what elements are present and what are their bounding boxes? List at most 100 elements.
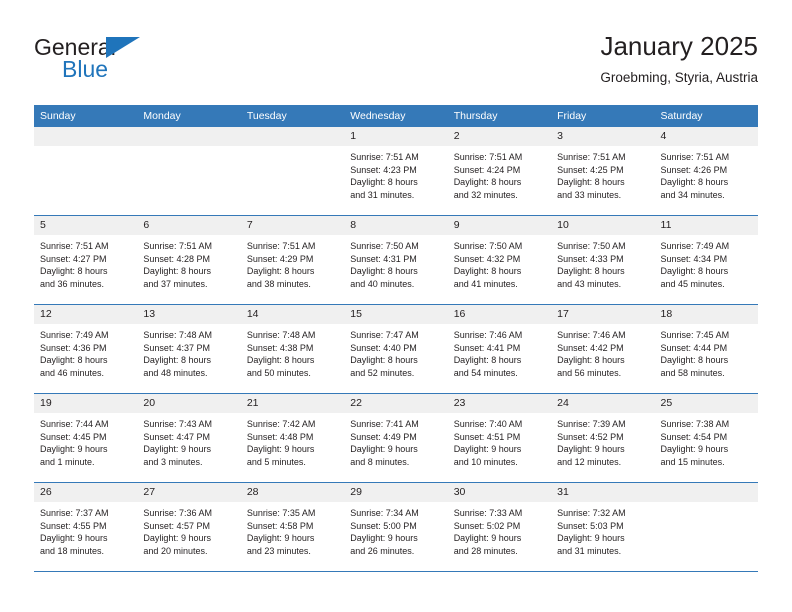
day-details: Sunrise: 7:50 AM Sunset: 4:32 PM Daylight:… (448, 235, 551, 290)
sunrise-text: Sunrise: 7:51 AM (143, 241, 212, 251)
day-details: Sunrise: 7:48 AM Sunset: 4:37 PM Daylight:… (137, 324, 240, 379)
daylight-text-line2: and 50 minutes. (246, 367, 311, 378)
sunset-text: Sunset: 4:27 PM (40, 253, 107, 264)
calendar-day-cell[interactable]: 8 Sunrise: 7:50 AM Sunset: 4:31 PM Daylight… (344, 215, 448, 305)
calendar-day-cell[interactable]: 5 Sunrise: 7:51 AM Sunset: 4:27 PM Daylight… (34, 215, 138, 305)
calendar-day-cell[interactable]: 2 Sunrise: 7:51 AM Sunset: 4:24 PM Daylight… (447, 127, 552, 216)
daylight-text-line2: and 41 minutes. (453, 278, 518, 289)
daylight-text-line1: Daylight: 9 hours (246, 444, 315, 455)
daylight-text-line2: and 45 minutes. (660, 278, 725, 289)
day-number: 13 (137, 305, 241, 324)
sunrise-text: Sunrise: 7:50 AM (453, 241, 523, 251)
daylight-text-line2: and 26 minutes. (350, 545, 415, 556)
day-details: Sunrise: 7:35 AM Sunset: 4:58 PM Daylight:… (241, 502, 344, 557)
sunset-text: Sunset: 5:00 PM (350, 520, 417, 531)
sunrise-text: Sunrise: 7:41 AM (350, 419, 419, 429)
calendar-day-cell[interactable]: 26 Sunrise: 7:37 AM Sunset: 4:55 PM Dayligh… (34, 482, 138, 572)
calendar-day-cell[interactable]: 7 Sunrise: 7:51 AM Sunset: 4:29 PM Daylight… (240, 215, 345, 305)
day-number: 31 (551, 483, 655, 502)
calendar-day-cell[interactable]: 23 Sunrise: 7:40 AM Sunset: 4:51 PM Dayligh… (447, 393, 552, 483)
sunset-text: Sunset: 4:48 PM (246, 431, 314, 442)
daylight-text-line1: Daylight: 8 hours (246, 266, 315, 277)
calendar-day-cell[interactable]: 11 Sunrise: 7:49 AM Sunset: 4:34 PM Dayligh… (654, 215, 758, 305)
sunset-text: Sunset: 4:42 PM (557, 342, 624, 353)
sunset-text: Sunset: 4:26 PM (660, 164, 728, 175)
day-details: Sunrise: 7:51 AM Sunset: 4:27 PM Daylight:… (34, 235, 137, 290)
calendar-day-cell[interactable]: 16 Sunrise: 7:46 AM Sunset: 4:41 PM Dayligh… (447, 304, 552, 394)
calendar-day-cell[interactable]: 31 Sunrise: 7:32 AM Sunset: 5:03 PM Dayligh… (551, 482, 655, 572)
calendar-day-cell[interactable]: 25 Sunrise: 7:38 AM Sunset: 4:54 PM Dayligh… (654, 393, 758, 483)
daylight-text-line1: Daylight: 8 hours (453, 177, 522, 188)
weekday-header-wednesday: Wednesday (344, 105, 448, 127)
day-number: 24 (551, 394, 655, 413)
weekday-header-thursday: Thursday (447, 105, 552, 127)
page-subtitle: Groebming, Styria, Austria (600, 70, 758, 85)
day-details: Sunrise: 7:51 AM Sunset: 4:23 PM Daylight:… (344, 146, 447, 201)
calendar-day-cell[interactable]: 22 Sunrise: 7:41 AM Sunset: 4:49 PM Dayligh… (344, 393, 448, 483)
calendar-day-cell[interactable]: 9 Sunrise: 7:50 AM Sunset: 4:32 PM Daylight… (447, 215, 552, 305)
sunrise-text: Sunrise: 7:46 AM (453, 330, 523, 340)
day-details: Sunrise: 7:48 AM Sunset: 4:38 PM Daylight:… (241, 324, 344, 379)
sunrise-text: Sunrise: 7:49 AM (40, 330, 109, 340)
calendar-day-cell[interactable]: 10 Sunrise: 7:50 AM Sunset: 4:33 PM Dayligh… (551, 215, 655, 305)
day-details: Sunrise: 7:40 AM Sunset: 4:51 PM Daylight:… (448, 413, 551, 468)
daylight-text-line2: and 31 minutes. (557, 545, 622, 556)
sunrise-text: Sunrise: 7:48 AM (246, 330, 316, 340)
daylight-text-line2: and 34 minutes. (660, 189, 725, 200)
day-details: Sunrise: 7:41 AM Sunset: 4:49 PM Daylight:… (344, 413, 447, 468)
calendar-day-cell[interactable]: 21 Sunrise: 7:42 AM Sunset: 4:48 PM Dayligh… (240, 393, 345, 483)
calendar-day-cell[interactable]: 15 Sunrise: 7:47 AM Sunset: 4:40 PM Dayligh… (344, 304, 448, 394)
day-number: 11 (654, 216, 758, 235)
day-number (137, 127, 241, 146)
sunrise-text: Sunrise: 7:51 AM (660, 152, 730, 162)
calendar-day-cell[interactable]: 6 Sunrise: 7:51 AM Sunset: 4:28 PM Daylight… (137, 215, 241, 305)
calendar-day-cell[interactable]: 29 Sunrise: 7:34 AM Sunset: 5:00 PM Dayligh… (344, 482, 448, 572)
day-number: 6 (137, 216, 241, 235)
general-blue-logo[interactable]: General Blue (34, 35, 234, 91)
sunrise-text: Sunrise: 7:50 AM (350, 241, 419, 251)
weekday-header-tuesday: Tuesday (240, 105, 345, 127)
calendar-day-cell[interactable]: 3 Sunrise: 7:51 AM Sunset: 4:25 PM Daylight… (551, 127, 655, 216)
daylight-text-line1: Daylight: 8 hours (557, 266, 625, 277)
calendar-day-cell[interactable]: 20 Sunrise: 7:43 AM Sunset: 4:47 PM Dayligh… (137, 393, 241, 483)
day-number: 29 (344, 483, 448, 502)
calendar-day-cell[interactable]: 28 Sunrise: 7:35 AM Sunset: 4:58 PM Dayligh… (240, 482, 345, 572)
daylight-text-line2: and 31 minutes. (350, 189, 415, 200)
title-block: January 2025 Groebming, Styria, Austria (600, 30, 758, 88)
sunset-text: Sunset: 4:29 PM (246, 253, 314, 264)
sunset-text: Sunset: 4:36 PM (40, 342, 107, 353)
calendar-grid: Sunday Monday Tuesday Wednesday Thursday Frid… (34, 105, 758, 572)
sunrise-text: Sunrise: 7:46 AM (557, 330, 626, 340)
daylight-text-line1: Daylight: 9 hours (660, 444, 729, 455)
daylight-text-line2: and 54 minutes. (453, 367, 518, 378)
sunrise-text: Sunrise: 7:43 AM (143, 419, 212, 429)
calendar-day-cell[interactable]: 12 Sunrise: 7:49 AM Sunset: 4:36 PM Dayligh… (34, 304, 138, 394)
calendar-day-cell[interactable]: 4 Sunrise: 7:51 AM Sunset: 4:26 PM Daylight… (654, 127, 758, 216)
calendar-day-cell[interactable]: 30 Sunrise: 7:33 AM Sunset: 5:02 PM Dayligh… (447, 482, 552, 572)
day-details: Sunrise: 7:44 AM Sunset: 4:45 PM Daylight:… (34, 413, 137, 468)
calendar-week-row: 1 Sunrise: 7:51 AM Sunset: 4:23 PM Daylight… (34, 127, 758, 216)
day-details: Sunrise: 7:36 AM Sunset: 4:57 PM Daylight:… (137, 502, 240, 557)
sunrise-text: Sunrise: 7:48 AM (143, 330, 212, 340)
day-details: Sunrise: 7:51 AM Sunset: 4:26 PM Daylight:… (655, 146, 758, 201)
calendar-day-cell[interactable]: 1 Sunrise: 7:51 AM Sunset: 4:23 PM Daylight… (344, 127, 448, 216)
daylight-text-line2: and 10 minutes. (453, 456, 518, 467)
calendar-day-cell[interactable]: 27 Sunrise: 7:36 AM Sunset: 4:57 PM Dayligh… (137, 482, 241, 572)
sunrise-text: Sunrise: 7:34 AM (350, 508, 419, 518)
calendar-day-cell[interactable]: 19 Sunrise: 7:44 AM Sunset: 4:45 PM Dayligh… (34, 393, 138, 483)
page-header: General Blue January 2025 Groebming, Sty… (34, 30, 758, 98)
day-number: 10 (551, 216, 655, 235)
sunset-text: Sunset: 4:57 PM (143, 520, 210, 531)
weekday-header-monday: Monday (137, 105, 241, 127)
calendar-day-cell[interactable]: 24 Sunrise: 7:39 AM Sunset: 4:52 PM Dayligh… (551, 393, 655, 483)
calendar-day-cell[interactable]: 14 Sunrise: 7:48 AM Sunset: 4:38 PM Dayligh… (240, 304, 345, 394)
day-number: 16 (447, 305, 552, 324)
daylight-text-line2: and 32 minutes. (453, 189, 518, 200)
calendar-day-cell[interactable]: 18 Sunrise: 7:45 AM Sunset: 4:44 PM Dayligh… (654, 304, 758, 394)
day-number: 12 (34, 305, 138, 324)
day-number: 17 (551, 305, 655, 324)
calendar-day-cell[interactable]: 17 Sunrise: 7:46 AM Sunset: 4:42 PM Dayligh… (551, 304, 655, 394)
calendar-day-cell[interactable]: 13 Sunrise: 7:48 AM Sunset: 4:37 PM Dayligh… (137, 304, 241, 394)
sunrise-text: Sunrise: 7:49 AM (660, 241, 730, 251)
weekday-header-friday: Friday (551, 105, 655, 127)
